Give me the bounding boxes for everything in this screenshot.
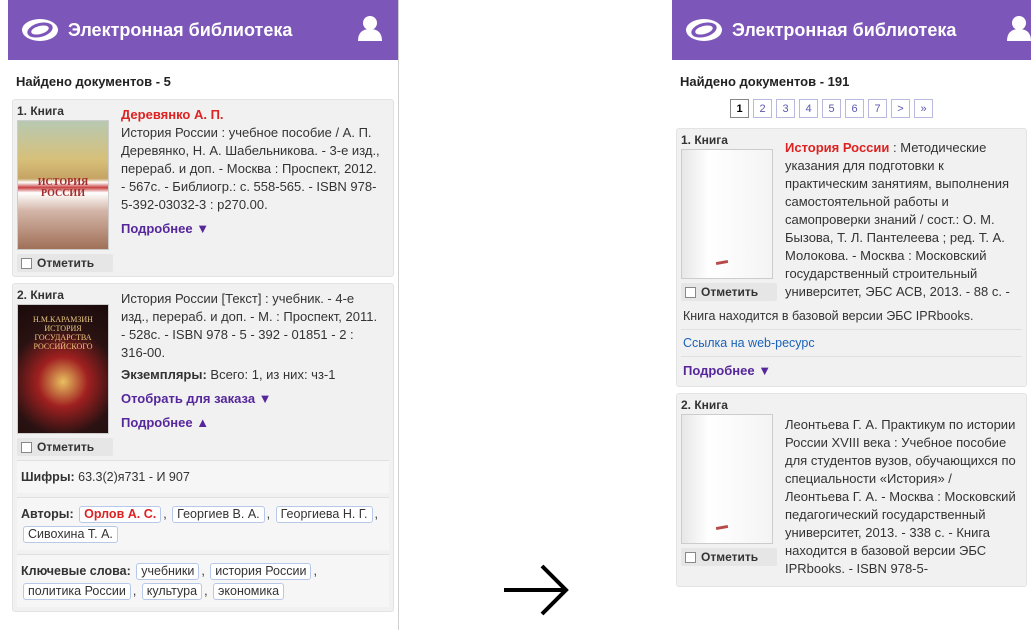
page-button[interactable]: 6 [845, 99, 864, 118]
card-label: 1. Книга [17, 104, 64, 118]
library-logo-icon [686, 19, 722, 41]
cover-title: Н.М.КАРАМЗИН ИСТОРИЯ ГОСУДАРСТВА РОССИЙС… [33, 315, 93, 351]
author-tag[interactable]: Сивохина Т. А. [23, 526, 118, 543]
user-icon[interactable] [1007, 15, 1031, 41]
mark-label: Отметить [701, 550, 759, 564]
user-icon[interactable] [358, 15, 382, 41]
book-cover[interactable] [681, 414, 773, 544]
keyword-tag[interactable]: культура [141, 583, 203, 600]
codes-value: 63.3(2)я731 - И 907 [74, 470, 190, 484]
app-title: Электронная библиотека [732, 19, 957, 40]
order-toggle[interactable]: Отобрать для заказа ▼ [121, 384, 383, 408]
codes-section: Шифры: 63.3(2)я731 - И 907 [17, 460, 389, 493]
phone-screen-right: Электронная библиотека Найдено документо… [672, 0, 1031, 630]
keyword-tag[interactable]: история России [210, 563, 312, 580]
keyword-tag[interactable]: политика России [23, 583, 131, 600]
checkbox-icon[interactable] [21, 257, 32, 269]
mark-checkbox[interactable]: Отметить [17, 254, 113, 272]
book-description: История России [Текст] : учебник. - 4-е … [121, 291, 378, 360]
app-header: Электронная библиотека [8, 0, 398, 60]
library-logo-icon [22, 19, 58, 41]
card-label: 2. Книга [681, 398, 728, 412]
arrow-right-icon [504, 564, 569, 616]
book-cover[interactable]: Н.М.КАРАМЗИН ИСТОРИЯ ГОСУДАРСТВА РОССИЙС… [17, 304, 109, 434]
checkbox-icon[interactable] [685, 551, 696, 563]
title-highlight[interactable]: История России [785, 140, 889, 155]
checkbox-icon[interactable] [685, 286, 696, 298]
keyword-tag[interactable]: экономика [213, 583, 285, 600]
copies-info: Экземпляры: Всего: 1, из них: чз-1 [121, 362, 383, 384]
results-count: Найдено документов - 5 [16, 74, 171, 89]
author-link[interactable]: Деревянко А. П. [121, 106, 383, 124]
availability-note: Книга находится в базовой версии ЭБС IPR… [683, 309, 974, 323]
mark-checkbox[interactable]: Отметить [681, 548, 777, 566]
codes-label: Шифры: [21, 470, 75, 484]
mark-label: Отметить [37, 256, 95, 270]
web-resource-link[interactable]: Ссылка на web-ресурс [681, 329, 1022, 356]
mark-checkbox[interactable]: Отметить [17, 438, 113, 456]
author-tag[interactable]: Георгиев В. А. [172, 506, 265, 523]
mark-checkbox[interactable]: Отметить [681, 283, 777, 301]
more-details-toggle[interactable]: Подробнее ▲ [121, 408, 383, 432]
copies-label: Экземпляры: [121, 367, 207, 382]
phone-screen-left: Электронная библиотека Найдено документо… [8, 0, 399, 630]
pagination: 1 2 3 4 5 6 7 > » [672, 99, 1031, 128]
app-header: Электронная библиотека [672, 0, 1031, 60]
book-description: Леонтьева Г. А. Практикум по истории Рос… [785, 417, 1016, 576]
result-card: 1. Книга ИСТОРИЯ РОССИИ Отметить Деревян… [12, 99, 394, 277]
next-page-button[interactable]: > [891, 99, 910, 118]
page-button[interactable]: 5 [822, 99, 841, 118]
app-title: Электронная библиотека [68, 19, 293, 40]
checkbox-icon[interactable] [21, 441, 32, 453]
page-button[interactable]: 3 [776, 99, 795, 118]
result-card: 2. Книга Отметить Леонтьева Г. А. Практи… [676, 393, 1027, 587]
result-card: 1. Книга Отметить История России : Метод… [676, 128, 1027, 387]
card-label: 2. Книга [17, 288, 64, 302]
card-label: 1. Книга [681, 133, 728, 147]
cover-title: ИСТОРИЯ РОССИИ [37, 177, 89, 199]
book-cover[interactable]: ИСТОРИЯ РОССИИ [17, 120, 109, 250]
copies-value: Всего: 1, из них: чз-1 [206, 367, 336, 382]
page-button[interactable]: 1 [730, 99, 749, 118]
book-description: История России : учебное пособие / А. П.… [121, 125, 380, 212]
keywords-label: Ключевые слова: [21, 564, 131, 578]
keywords-section: Ключевые слова: учебники, история России… [17, 554, 389, 607]
logo[interactable]: Электронная библиотека [684, 17, 956, 43]
authors-label: Авторы: [21, 507, 74, 521]
more-details-toggle[interactable]: Подробнее ▼ [681, 356, 1022, 382]
keyword-tag[interactable]: учебники [136, 563, 200, 580]
page-button[interactable]: 2 [753, 99, 772, 118]
mark-label: Отметить [37, 440, 95, 454]
book-cover[interactable] [681, 149, 773, 279]
page-button[interactable]: 7 [868, 99, 887, 118]
last-page-button[interactable]: » [914, 99, 933, 118]
page-button[interactable]: 4 [799, 99, 818, 118]
result-card: 2. Книга Н.М.КАРАМЗИН ИСТОРИЯ ГОСУДАРСТВ… [12, 283, 394, 612]
book-description: : Методические указания для подготовки к… [785, 140, 1010, 299]
more-details-toggle[interactable]: Подробнее ▼ [121, 214, 383, 238]
mark-label: Отметить [701, 285, 759, 299]
logo[interactable]: Электронная библиотека [20, 17, 292, 43]
authors-section: Авторы: Орлов А. С., Георгиев В. А., Гео… [17, 497, 389, 550]
results-count: Найдено документов - 191 [680, 74, 850, 89]
author-tag[interactable]: Георгиева Н. Г. [275, 506, 373, 523]
author-tag[interactable]: Орлов А. С. [79, 506, 162, 523]
